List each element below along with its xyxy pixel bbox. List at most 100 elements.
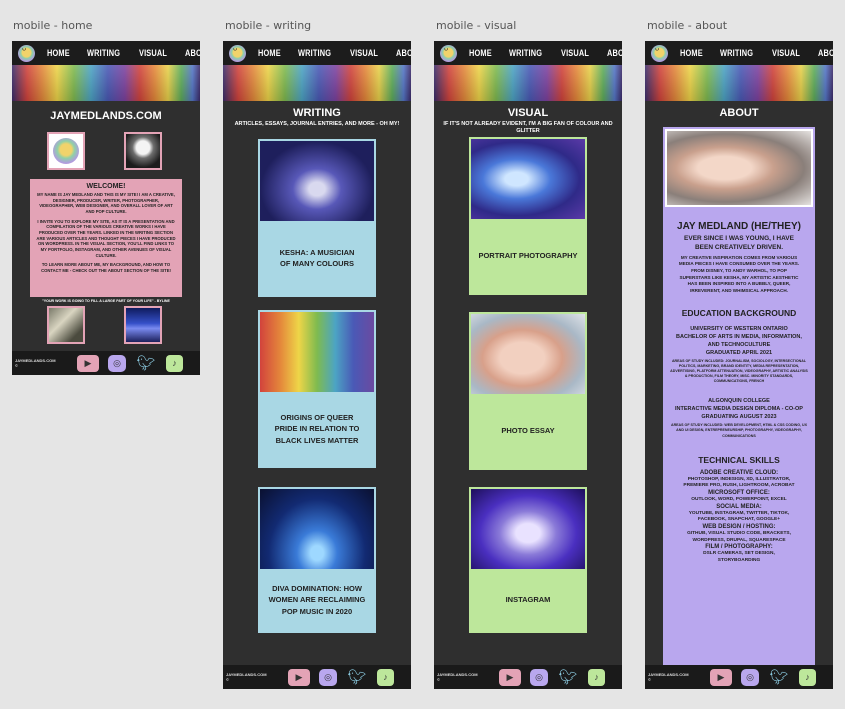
visual-card-title: PORTRAIT PHOTOGRAPHY (478, 251, 578, 261)
tiktok-icon[interactable]: ♪ (166, 354, 183, 372)
welcome-intro: MY NAME IS JAY MEDLAND AND THIS IS MY SI… (37, 192, 175, 215)
smiley-icon (53, 138, 79, 164)
writing-card[interactable]: KESHA: A MUSICIAN OF MANY COLOURS (258, 139, 376, 297)
writing-subheading: ARTICLES, ESSAYS, JOURNAL ENTRIES, AND M… (234, 121, 400, 127)
edu1-grad: GRADUATED APRIL 2021 (705, 349, 773, 356)
education-heading: EDUCATION BACKGROUND (681, 308, 797, 319)
home-quote: "YOUR WORK IS GOING TO FILL A LARGE PART… (42, 299, 170, 303)
skill-heading: SOCIAL MEDIA: (716, 503, 762, 510)
rainbow-banner (645, 65, 833, 101)
skill-values: OUTLOOK, WORD, POWERPOINT, EXCEL (691, 496, 787, 502)
footer: JAYMEDLANDS.COM © ▶ ◎ 🐦︎ ♪ (12, 351, 200, 375)
welcome-contact: TO LEARN MORE ABOUT ME, MY BACKGROUND, A… (41, 262, 171, 274)
diva-image (260, 489, 374, 569)
kesha-image (260, 141, 374, 221)
twitter-icon[interactable]: 🐦︎ (135, 355, 157, 372)
nav-writing[interactable]: WRITING (87, 48, 120, 58)
footer-site: JAYMEDLANDS.COM © (226, 672, 267, 682)
instagram-cat-image (471, 489, 585, 569)
visual-card-title: INSTAGRAM (505, 595, 551, 605)
tiktok-icon[interactable]: ♪ (377, 668, 394, 686)
nav-home[interactable]: HOME (258, 48, 281, 58)
nav-writing[interactable]: WRITING (298, 48, 331, 58)
writing-card[interactable]: DIVA DOMINATION: HOW WOMEN ARE RECLAIMIN… (258, 487, 376, 633)
youtube-icon[interactable]: ▶ (499, 668, 521, 686)
rainbow-banner (12, 65, 200, 101)
mobile-visual-frame: HOME WRITING VISUAL ABOUT VISUAL IF IT'S… (434, 41, 622, 689)
visual-card[interactable]: PORTRAIT PHOTOGRAPHY (469, 137, 587, 295)
rainbow-banner (223, 65, 411, 101)
smiley-logo-icon[interactable] (229, 44, 246, 62)
instagram-icon[interactable]: ◎ (319, 668, 337, 686)
frame-label-home: mobile - home (13, 19, 93, 32)
nav-visual[interactable]: VISUAL (561, 48, 589, 58)
site-title: JAYMEDLANDS.COM (50, 110, 162, 122)
skill-values: YOUTUBE, INSTAGRAM, TWITTER, TIKTOK, FAC… (688, 510, 790, 523)
nav-about[interactable]: ABOUT (818, 48, 833, 58)
smiley-logo-icon[interactable] (440, 44, 457, 62)
writing-card[interactable]: ORIGINS OF QUEER PRIDE IN RELATION TO BL… (258, 310, 376, 468)
navbar: HOME WRITING VISUAL ABOUT (12, 41, 200, 65)
concert-thumbnail[interactable] (124, 306, 162, 344)
nav-writing[interactable]: WRITING (720, 48, 753, 58)
edu2-program: INTERACTIVE MEDIA DESIGN DIPLOMA - CO-OP (675, 406, 803, 413)
frame-label-writing: mobile - writing (225, 19, 312, 32)
visual-card[interactable]: PHOTO ESSAY (469, 312, 587, 470)
nav-visual[interactable]: VISUAL (772, 48, 800, 58)
writing-card-title: KESHA: A MUSICIAN OF MANY COLOURS (279, 247, 355, 268)
mobile-home-frame: HOME WRITING VISUAL ABOUT JAYMEDLANDS.CO… (12, 41, 200, 375)
instagram-icon[interactable]: ◎ (741, 668, 759, 686)
performer-thumbnail[interactable] (47, 306, 85, 344)
smiley-logo-icon[interactable] (18, 44, 35, 62)
smiley-thumbnail[interactable] (47, 132, 85, 170)
skills-heading: TECHNICAL SKILLS (698, 454, 780, 465)
tiktok-icon[interactable]: ♪ (588, 668, 605, 686)
nav-about[interactable]: ABOUT (607, 48, 622, 58)
smiley-logo-icon[interactable] (651, 44, 668, 62)
skill-heading: MICROSOFT OFFICE: (708, 489, 770, 496)
about-tagline: EVER SINCE I WAS YOUNG, I HAVE BEEN CREA… (684, 235, 794, 251)
instagram-icon[interactable]: ◎ (530, 668, 548, 686)
nav-writing[interactable]: WRITING (509, 48, 542, 58)
queer-pride-image (260, 312, 374, 392)
nav-home[interactable]: HOME (680, 48, 703, 58)
edu1-school: UNIVERSITY OF WESTERN ONTARIO (690, 326, 788, 333)
twitter-icon[interactable]: 🐦︎ (346, 669, 368, 686)
rainbow-banner (434, 65, 622, 101)
navbar: HOME WRITING VISUAL ABOUT (645, 41, 833, 65)
about-heading: ABOUT (719, 107, 759, 119)
youtube-icon[interactable]: ▶ (710, 668, 732, 686)
mobile-writing-frame: HOME WRITING VISUAL ABOUT WRITING ARTICL… (223, 41, 411, 689)
edu1-areas: AREAS OF STUDY INCLUDED: JOURNALISM, SOC… (670, 359, 808, 384)
writing-card-title: DIVA DOMINATION: HOW WOMEN ARE RECLAIMIN… (268, 584, 366, 616)
instagram-icon[interactable]: ◎ (108, 354, 126, 372)
nav-about[interactable]: ABOUT (396, 48, 411, 58)
youtube-icon[interactable]: ▶ (288, 668, 310, 686)
about-panel: JAY MEDLAND (HE/THEY) EVER SINCE I WAS Y… (663, 127, 815, 665)
visual-card-title: PHOTO ESSAY (501, 426, 555, 436)
nav-home[interactable]: HOME (47, 48, 70, 58)
disco-ball-thumbnail[interactable] (124, 132, 162, 170)
nav-about[interactable]: ABOUT (185, 48, 200, 58)
visual-card[interactable]: INSTAGRAM (469, 487, 587, 633)
skill-values: PHOTOSHOP, INDESIGN, XD, ILLUSTRATOR, PR… (683, 476, 795, 489)
twitter-icon[interactable]: 🐦︎ (768, 669, 790, 686)
about-name: JAY MEDLAND (HE/THEY) (677, 221, 801, 232)
visual-subheading: IF IT'S NOT ALREADY EVIDENT, I'M A BIG F… (443, 121, 613, 134)
footer-site: JAYMEDLANDS.COM © (437, 672, 478, 682)
footer: JAYMEDLANDS.COM © ▶ ◎ 🐦︎ ♪ (434, 665, 622, 689)
tiktok-icon[interactable]: ♪ (799, 668, 816, 686)
youtube-icon[interactable]: ▶ (77, 354, 99, 372)
footer: JAYMEDLANDS.COM © ▶ ◎ 🐦︎ ♪ (645, 665, 833, 689)
writing-card-title: ORIGINS OF QUEER PRIDE IN RELATION TO BL… (274, 413, 360, 445)
nav-home[interactable]: HOME (469, 48, 492, 58)
skill-heading: FILM / PHOTOGRAPHY: (705, 544, 773, 551)
frame-label-visual: mobile - visual (436, 19, 517, 32)
about-bio: MY CREATIVE INSPIRATION COMES FROM VARIO… (678, 254, 800, 293)
nav-visual[interactable]: VISUAL (350, 48, 378, 58)
edu1-program: BACHELOR OF ARTS IN MEDIA, INFORMATION, … (676, 334, 802, 348)
welcome-box: WELCOME! MY NAME IS JAY MEDLAND AND THIS… (30, 179, 182, 297)
twitter-icon[interactable]: 🐦︎ (557, 669, 579, 686)
nav-visual[interactable]: VISUAL (139, 48, 167, 58)
skill-heading: ADOBE CREATIVE CLOUD: (699, 469, 779, 476)
